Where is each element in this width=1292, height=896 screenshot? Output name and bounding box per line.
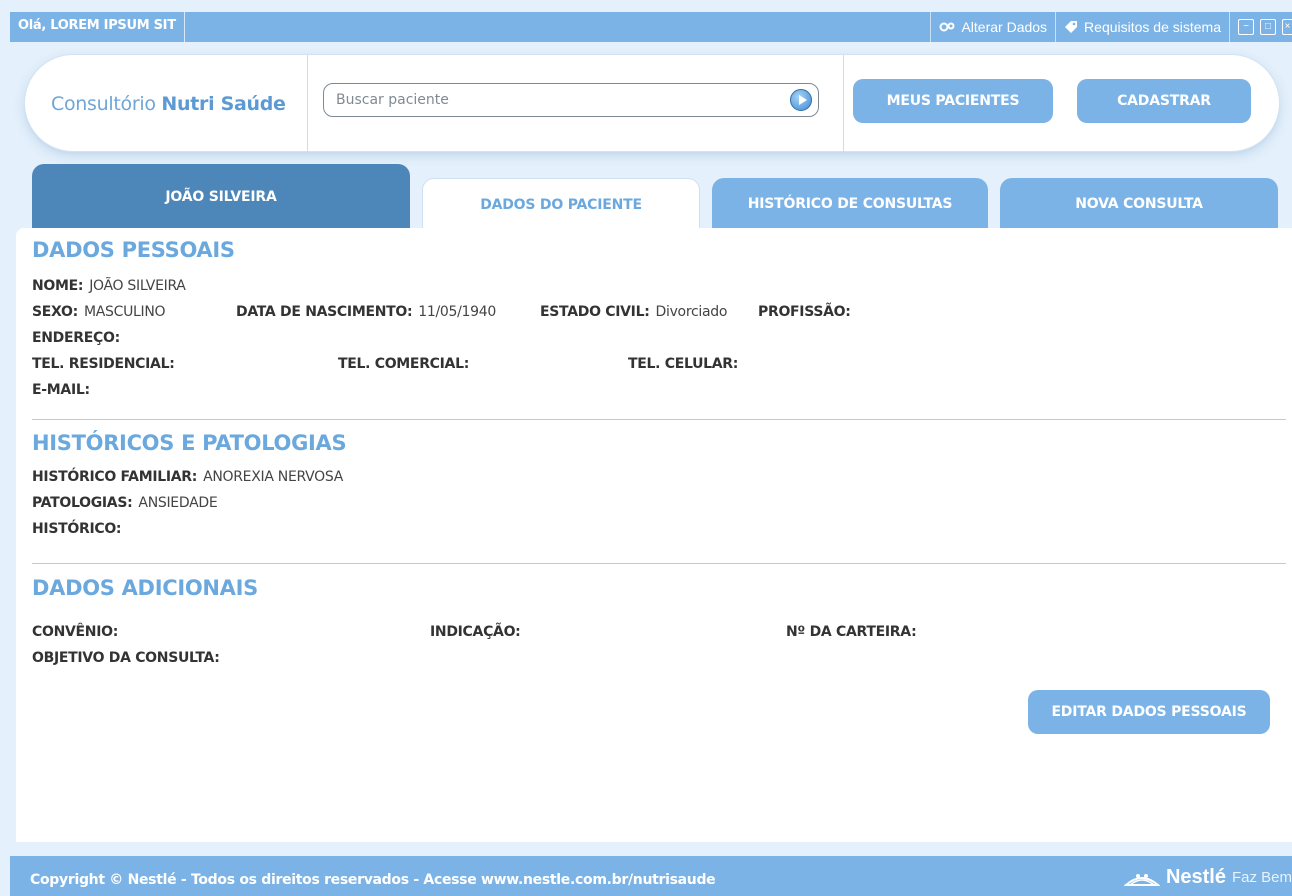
acesse-link[interactable]: Acesse www.nestle.com.br/nutrisaude [423,872,715,888]
section-divider [32,419,1286,420]
label-patologias: PATOLOGIAS: [32,495,133,511]
nestle-wordmark: Nestlé [1165,866,1226,888]
maximize-icon[interactable]: □ [1260,19,1276,35]
patient-name-tab: JOÃO SILVEIRA [32,164,410,234]
nestle-nest-icon [1123,873,1160,886]
tab-dados-do-paciente[interactable]: DADOS DO PACIENTE [422,178,700,234]
top-actions: Alterar Dados Requisitos de sistema − □ … [930,12,1292,42]
value-nome: JOÃO SILVEIRA [89,278,186,294]
value-data-nascimento: 11/05/1940 [418,304,496,320]
editar-dados-pessoais-button[interactable]: EDITAR DADOS PESSOAIS [1028,690,1270,734]
search-input[interactable]: Buscar paciente [323,83,819,117]
label-tel-residencial: TEL. RESIDENCIAL: [32,356,175,372]
close-icon[interactable]: × [1282,19,1292,35]
field-nome: NOME: JOÃO SILVEIRA [32,278,186,294]
field-indicacao: INDICAÇÃO: [430,624,521,640]
footer: Copyright © Nestlé - Todos os direitos r… [10,856,1292,896]
copyright-label: Copyright © Nestlé - Todos os direitos r… [30,872,424,888]
field-tel-celular: TEL. CELULAR: [628,356,738,372]
search-placeholder: Buscar paciente [336,92,449,108]
label-estado-civil: ESTADO CIVIL: [540,304,650,320]
section-title-dados-adicionais: DADOS ADICIONAIS [32,576,258,600]
field-data-nascimento: DATA DE NASCIMENTO: 11/05/1940 [236,304,496,320]
label-objetivo-consulta: OBJETIVO DA CONSULTA: [32,650,220,666]
divider [307,55,308,153]
tab-nova-consulta[interactable]: NOVA CONSULTA [1000,178,1278,234]
field-objetivo-consulta: OBJETIVO DA CONSULTA: [32,650,220,666]
label-indicacao: INDICAÇÃO: [430,624,521,640]
field-tel-residencial: TEL. RESIDENCIAL: [32,356,175,372]
field-email: E-MAIL: [32,382,90,398]
tag-icon [1065,21,1078,33]
slogan: Faz Bem [1231,869,1292,886]
tab-historico-de-consultas[interactable]: HISTÓRICO DE CONSULTAS [712,178,988,234]
field-historico: HISTÓRICO: [32,521,122,537]
field-numero-carteira: Nº DA CARTEIRA: [786,624,917,640]
field-endereco: ENDEREÇO: [32,330,120,346]
label-tel-comercial: TEL. COMERCIAL: [338,356,470,372]
cadastrar-button[interactable]: CADASTRAR [1077,79,1251,123]
label-numero-carteira: Nº DA CARTEIRA: [786,624,917,640]
gears-icon [939,22,955,32]
brand-name: Nutri Saúde [161,93,286,115]
label-historico: HISTÓRICO: [32,521,122,537]
value-patologias: ANSIEDADE [138,495,218,511]
section-title-historicos: HISTÓRICOS E PATOLOGIAS [32,431,347,455]
label-email: E-MAIL: [32,382,90,398]
brand-prefix: Consultório [51,93,162,115]
window-controls: − □ × [1229,12,1292,42]
field-tel-comercial: TEL. COMERCIAL: [338,356,469,372]
patient-data-panel: DADOS PESSOAIS NOME: JOÃO SILVEIRA SEXO: M… [16,228,1292,842]
greeting: Olá, LOREM IPSUM SIT [18,12,185,42]
label-data-nascimento: DATA DE NASCIMENTO: [236,304,413,320]
label-sexo: SEXO: [32,304,78,320]
alterar-dados-link[interactable]: Alterar Dados [930,12,1055,42]
field-estado-civil: ESTADO CIVIL: Divorciado [540,304,727,320]
alterar-dados-label: Alterar Dados [961,19,1048,35]
section-divider [32,563,1286,564]
section-title-dados-pessoais: DADOS PESSOAIS [32,238,235,262]
field-convenio: CONVÊNIO: [32,624,118,640]
value-estado-civil: Divorciado [655,304,728,320]
label-tel-celular: TEL. CELULAR: [628,356,739,372]
divider [843,55,844,153]
value-sexo: MASCULINO [83,304,166,320]
label-convenio: CONVÊNIO: [32,624,119,640]
value-historico-familiar: ANOREXIA NERVOSA [203,469,344,485]
label-historico-familiar: HISTÓRICO FAMILIAR: [32,469,198,485]
requisitos-link[interactable]: Requisitos de sistema [1055,12,1229,42]
label-profissao: PROFISSÃO: [758,304,851,320]
field-sexo: SEXO: MASCULINO [32,304,166,320]
requisitos-label: Requisitos de sistema [1084,19,1221,35]
label-nome: NOME: [32,278,84,294]
search-go-icon[interactable] [790,89,812,111]
field-patologias: PATOLOGIAS: ANSIEDADE [32,495,218,511]
header-bar: Consultório Nutri Saúde Buscar paciente … [24,54,1280,153]
field-profissao: PROFISSÃO: [758,304,851,320]
label-endereco: ENDEREÇO: [32,330,120,346]
copyright-text: Copyright © Nestlé - Todos os direitos r… [30,856,716,896]
top-bar: Olá, LOREM IPSUM SIT Alterar Dados Requi… [10,12,1292,42]
field-historico-familiar: HISTÓRICO FAMILIAR: ANOREXIA NERVOSA [32,469,343,485]
nestle-logo: Nestlé Faz Bem [1123,866,1292,889]
brand-title: Consultório Nutri Saúde [51,55,286,153]
meus-pacientes-button[interactable]: MEUS PACIENTES [853,79,1053,123]
minimize-icon[interactable]: − [1238,19,1254,35]
